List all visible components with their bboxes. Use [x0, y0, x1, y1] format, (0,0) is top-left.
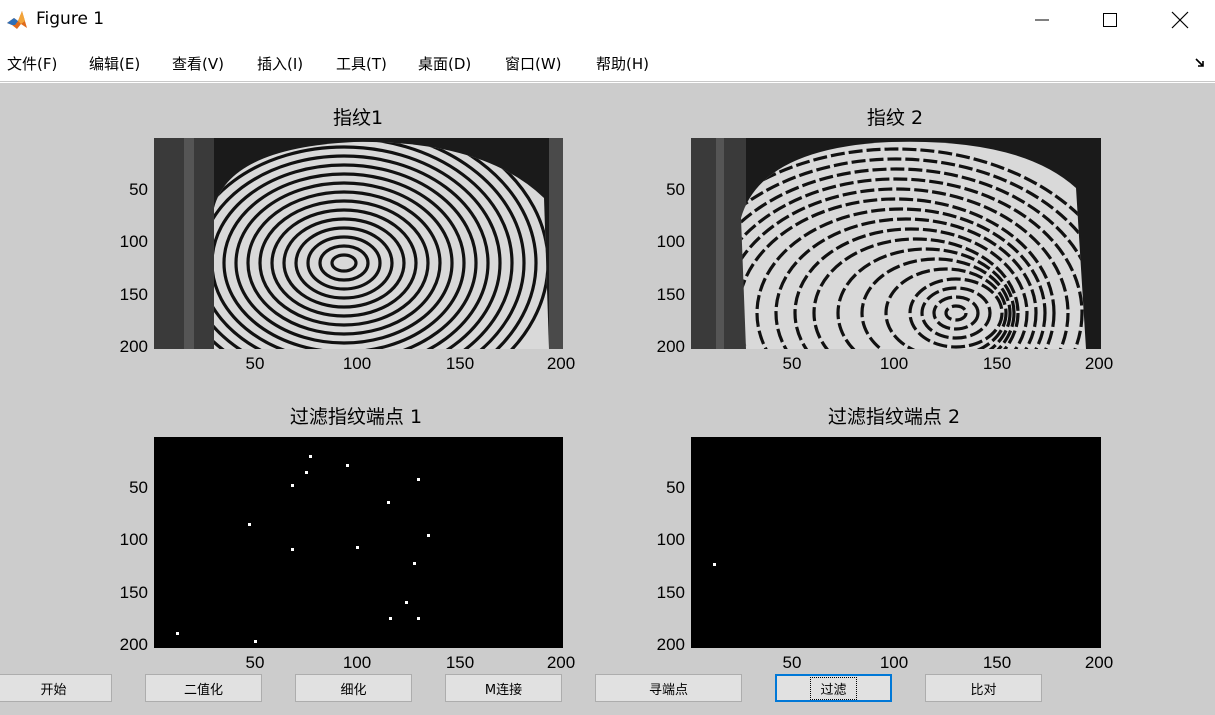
minutia-point: [291, 548, 294, 551]
minutia-point: [713, 563, 716, 566]
minutia-point: [417, 478, 420, 481]
minutia-point: [309, 455, 312, 458]
axes-4-title: 过滤指纹端点 2: [827, 406, 961, 428]
minutia-point: [176, 632, 179, 635]
axes-1-xtick: 200: [546, 354, 576, 373]
maximize-button[interactable]: [1075, 0, 1145, 40]
minutia-point: [305, 471, 308, 474]
menu-window[interactable]: 窗口(W): [505, 53, 562, 74]
axes-4-xtick: 50: [782, 653, 802, 672]
axes-2-ytick: 100: [656, 232, 685, 251]
window-title: Figure 1: [36, 9, 105, 29]
start-button-label: 开始: [40, 682, 67, 698]
axes-4-xtick: 100: [879, 653, 909, 672]
axes-4-ytick: 50: [666, 478, 685, 497]
minutia-point: [413, 562, 416, 565]
menu-edit[interactable]: 编辑(E): [89, 53, 140, 74]
minimize-button[interactable]: [1007, 0, 1077, 40]
find-endpoints-button[interactable]: 寻端点: [595, 674, 742, 702]
fingerprint-image-1: [154, 138, 563, 349]
axes-1-xtick: 50: [245, 354, 265, 373]
start-button[interactable]: 开始: [0, 674, 112, 702]
menu-view[interactable]: 查看(V): [172, 53, 224, 74]
axes-2-ytick: 50: [666, 180, 685, 199]
compare-button-label: 比对: [970, 682, 997, 698]
minutiae-points-2: [691, 437, 1101, 648]
fingerprint-image-2: [691, 138, 1101, 349]
minutia-point: [405, 601, 408, 604]
axes-2-xtick: 200: [1084, 354, 1114, 373]
minutia-point: [389, 617, 392, 620]
filter-button-label: 过滤: [810, 676, 857, 700]
axes-2-ytick: 200: [656, 337, 685, 356]
minimize-icon: [1035, 19, 1049, 21]
axes-4-ytick: 200: [656, 635, 685, 654]
binarize-button-label: 二值化: [183, 682, 223, 698]
axes-3-title: 过滤指纹端点 1: [289, 406, 423, 428]
menu-help[interactable]: 帮助(H): [596, 53, 649, 74]
axes-2-ytick: 150: [656, 285, 685, 304]
menu-desktop[interactable]: 桌面(D): [418, 53, 471, 74]
axes-1-ytick: 50: [129, 180, 148, 199]
axes-2-title: 指纹 2: [866, 107, 924, 129]
axes-1-xtick: 150: [445, 354, 475, 373]
binarize-button[interactable]: 二值化: [145, 674, 262, 702]
find-endpoints-button-label: 寻端点: [648, 682, 688, 698]
fingerprint-2-graphic: [691, 138, 1101, 349]
minutia-point: [248, 523, 251, 526]
minutia-point: [387, 501, 390, 504]
minutia-point: [254, 640, 257, 643]
menu-bar: 文件(F) 编辑(E) 查看(V) 插入(I) 工具(T) 桌面(D) 窗口(W…: [0, 44, 1215, 82]
minutia-point: [356, 546, 359, 549]
close-button[interactable]: [1145, 0, 1215, 40]
m-connect-button-label: M连接: [484, 682, 523, 698]
compare-button[interactable]: 比对: [925, 674, 1042, 702]
dock-arrow-icon[interactable]: [1193, 56, 1207, 70]
axes-3-xtick: 150: [445, 653, 475, 672]
m-connect-button[interactable]: M连接: [445, 674, 562, 702]
axes-3-xtick: 200: [546, 653, 576, 672]
matlab-icon: [6, 9, 28, 31]
axes-1-xtick: 100: [342, 354, 372, 373]
axes-4-ytick: 150: [656, 583, 685, 602]
axes-1-ytick: 150: [119, 285, 148, 304]
axes-2-xtick: 100: [879, 354, 909, 373]
close-icon: [1171, 11, 1189, 29]
minutia-point: [427, 534, 430, 537]
axes-3-ytick: 50: [129, 478, 148, 497]
axes-3-xtick: 100: [342, 653, 372, 672]
menu-file[interactable]: 文件(F): [7, 53, 57, 74]
axes-1-ytick: 100: [119, 232, 148, 251]
axes-1-title: 指纹1: [332, 107, 384, 129]
axes-3-ytick: 150: [119, 583, 148, 602]
filter-button[interactable]: 过滤: [775, 674, 892, 702]
axes-3-xtick: 50: [245, 653, 265, 672]
minutiae-points-1: [154, 437, 563, 648]
menu-insert[interactable]: 插入(I): [257, 53, 303, 74]
maximize-icon: [1103, 13, 1117, 27]
fingerprint-1-graphic: [154, 138, 563, 349]
axes-4-ytick: 100: [656, 530, 685, 549]
menu-tools[interactable]: 工具(T): [336, 53, 387, 74]
minutia-point: [417, 617, 420, 620]
axes-2-xtick: 150: [982, 354, 1012, 373]
axes-2-xtick: 50: [782, 354, 802, 373]
axes-1-ytick: 200: [119, 337, 148, 356]
title-bar: Figure 1: [0, 0, 1215, 40]
thin-button[interactable]: 细化: [295, 674, 412, 702]
axes-4-xtick: 200: [1084, 653, 1114, 672]
minutia-point: [291, 484, 294, 487]
axes-3-ytick: 200: [119, 635, 148, 654]
axes-3-ytick: 100: [119, 530, 148, 549]
axes-4-xtick: 150: [982, 653, 1012, 672]
thin-button-label: 细化: [340, 682, 367, 698]
minutia-point: [346, 464, 349, 467]
